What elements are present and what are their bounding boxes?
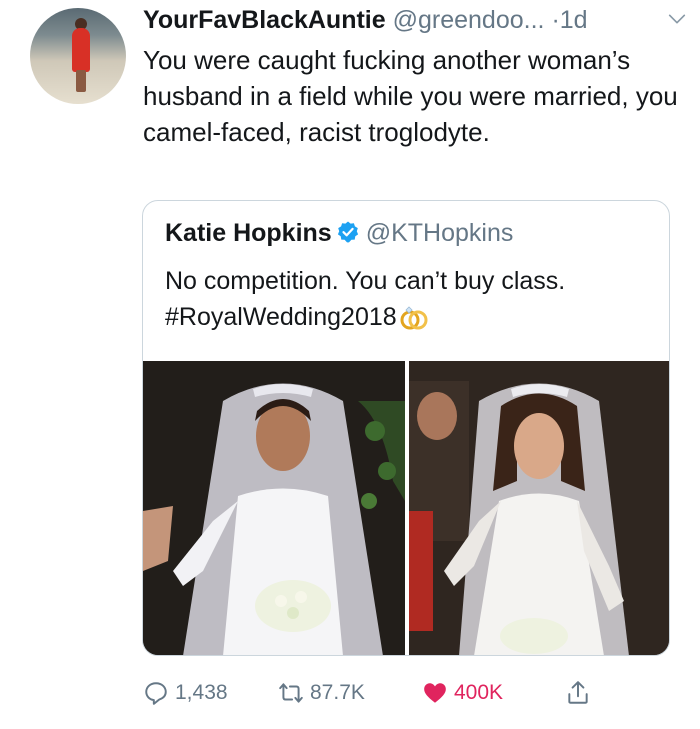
wedding-photo-right[interactable]	[409, 361, 669, 655]
heart-icon	[424, 683, 446, 703]
avatar-figure-legs	[76, 70, 86, 92]
tweet-header: YourFavBlackAuntie @greendoo... ·1d	[143, 6, 688, 36]
share-button[interactable]	[565, 676, 597, 710]
verified-badge-icon	[337, 221, 358, 243]
separator-dot: ·	[551, 6, 560, 34]
tweet-timestamp[interactable]: 1d	[560, 6, 588, 34]
reply-icon	[145, 682, 167, 705]
avatar-figure-dress	[72, 28, 90, 72]
quoted-author-handle[interactable]: @KTHopkins	[366, 219, 514, 247]
quoted-author-name[interactable]: Katie Hopkins	[165, 219, 332, 247]
quoted-tweet[interactable]: Katie Hopkins @KTHopkins No competition.…	[142, 200, 670, 656]
share-icon	[568, 681, 588, 704]
reply-button[interactable]: 1,438	[143, 676, 228, 710]
like-count: 400K	[454, 681, 504, 704]
author-avatar[interactable]	[30, 8, 126, 104]
tweet-action-bar: 1,438 87.7K 400K	[143, 676, 593, 710]
wedding-photo-left[interactable]	[143, 361, 405, 655]
quoted-tweet-text: No competition. You can’t buy class. #Ro…	[165, 263, 655, 335]
author-display-name[interactable]: YourFavBlackAuntie	[143, 6, 386, 34]
author-handle[interactable]: @greendoo...	[393, 6, 545, 34]
retweet-icon	[279, 683, 303, 703]
retweet-button[interactable]: 87.7K	[278, 676, 365, 710]
chevron-down-icon[interactable]	[666, 8, 688, 30]
tweet-text: You were caught fucking another woman’s …	[143, 45, 678, 147]
reply-count: 1,438	[175, 681, 228, 704]
retweet-count: 87.7K	[310, 681, 365, 704]
quoted-tweet-text-content: No competition. You can’t buy class. #Ro…	[165, 267, 566, 331]
like-button[interactable]: 400K	[422, 676, 503, 710]
wedding-rings-icon	[400, 306, 428, 330]
quoted-tweet-header: Katie Hopkins @KTHopkins	[165, 219, 513, 248]
